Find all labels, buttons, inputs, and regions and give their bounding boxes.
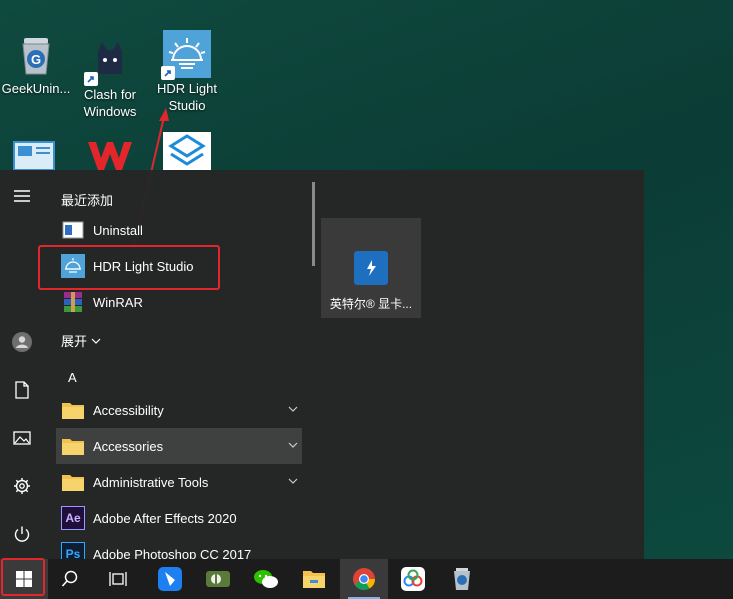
app-item-administrative-tools[interactable]: Administrative Tools xyxy=(56,464,302,500)
folder-icon xyxy=(61,470,85,494)
app-item-label: Adobe After Effects 2020 xyxy=(93,510,237,526)
feishu-icon[interactable] xyxy=(146,559,194,599)
intel-graphics-icon xyxy=(354,251,388,285)
folder-icon xyxy=(61,434,85,458)
app-item-label: Administrative Tools xyxy=(93,474,209,490)
winrar-icon xyxy=(61,290,85,314)
start-menu: 最近添加 Uninstall HDR Light Studio WinRAR 展… xyxy=(0,170,644,559)
tile-intel-graphics[interactable]: 英特尔® 显卡... xyxy=(321,218,421,318)
documents-icon[interactable] xyxy=(0,370,44,410)
after-effects-icon: Ae xyxy=(61,506,85,530)
tile-label: 英特尔® 显卡... xyxy=(329,297,413,311)
app-item-label: Accessories xyxy=(93,438,164,454)
chevron-down-icon xyxy=(288,406,298,412)
app-item-after-effects[interactable]: Ae Adobe After Effects 2020 xyxy=(56,500,302,536)
geek-uninstaller-icon[interactable] xyxy=(438,559,486,599)
baidu-netdisk-icon[interactable] xyxy=(389,559,437,599)
wechat-icon[interactable] xyxy=(242,559,290,599)
expand-label: 展开 xyxy=(61,334,88,349)
power-icon[interactable] xyxy=(0,514,44,554)
pictures-icon[interactable] xyxy=(0,418,44,458)
chevron-down-icon xyxy=(91,338,101,344)
app-item-label: Adobe Photoshop CC 2017 xyxy=(93,546,252,560)
app-green-icon[interactable] xyxy=(194,559,242,599)
start-rail xyxy=(0,170,44,559)
photoshop-icon: Ps xyxy=(61,542,85,559)
app-list-scrollbar[interactable] xyxy=(312,182,315,266)
file-explorer-icon[interactable] xyxy=(290,559,338,599)
recently-added-heading: 最近添加 xyxy=(61,193,114,208)
app-item-accessories[interactable]: Accessories xyxy=(56,428,302,464)
task-view-icon[interactable] xyxy=(94,559,142,599)
hamburger-menu-icon[interactable] xyxy=(0,176,44,216)
annotation-highlight-start xyxy=(1,558,45,596)
app-item-label: WinRAR xyxy=(93,294,143,310)
app-item-label: Uninstall xyxy=(93,222,143,238)
app-item-uninstall[interactable]: Uninstall xyxy=(56,212,302,248)
user-avatar-icon[interactable] xyxy=(0,322,44,362)
ps-badge: Ps xyxy=(65,547,81,559)
app-list: 最近添加 Uninstall HDR Light Studio WinRAR 展… xyxy=(44,170,312,559)
chrome-icon[interactable] xyxy=(340,559,388,599)
annotation-highlight-hdr xyxy=(38,245,220,290)
settings-gear-icon[interactable] xyxy=(0,466,44,506)
folder-icon xyxy=(61,398,85,422)
expand-button[interactable]: 展开 xyxy=(61,331,101,350)
chevron-down-icon xyxy=(288,478,298,484)
ae-badge: Ae xyxy=(65,511,81,525)
chevron-down-icon xyxy=(288,442,298,448)
app-item-photoshop[interactable]: Ps Adobe Photoshop CC 2017 xyxy=(56,536,302,559)
uninstall-icon xyxy=(61,218,85,242)
app-item-accessibility[interactable]: Accessibility xyxy=(56,392,302,428)
taskbar xyxy=(0,559,733,599)
app-item-label: Accessibility xyxy=(93,402,164,418)
search-icon[interactable] xyxy=(46,559,94,599)
letter-header-a[interactable]: A xyxy=(68,370,77,385)
